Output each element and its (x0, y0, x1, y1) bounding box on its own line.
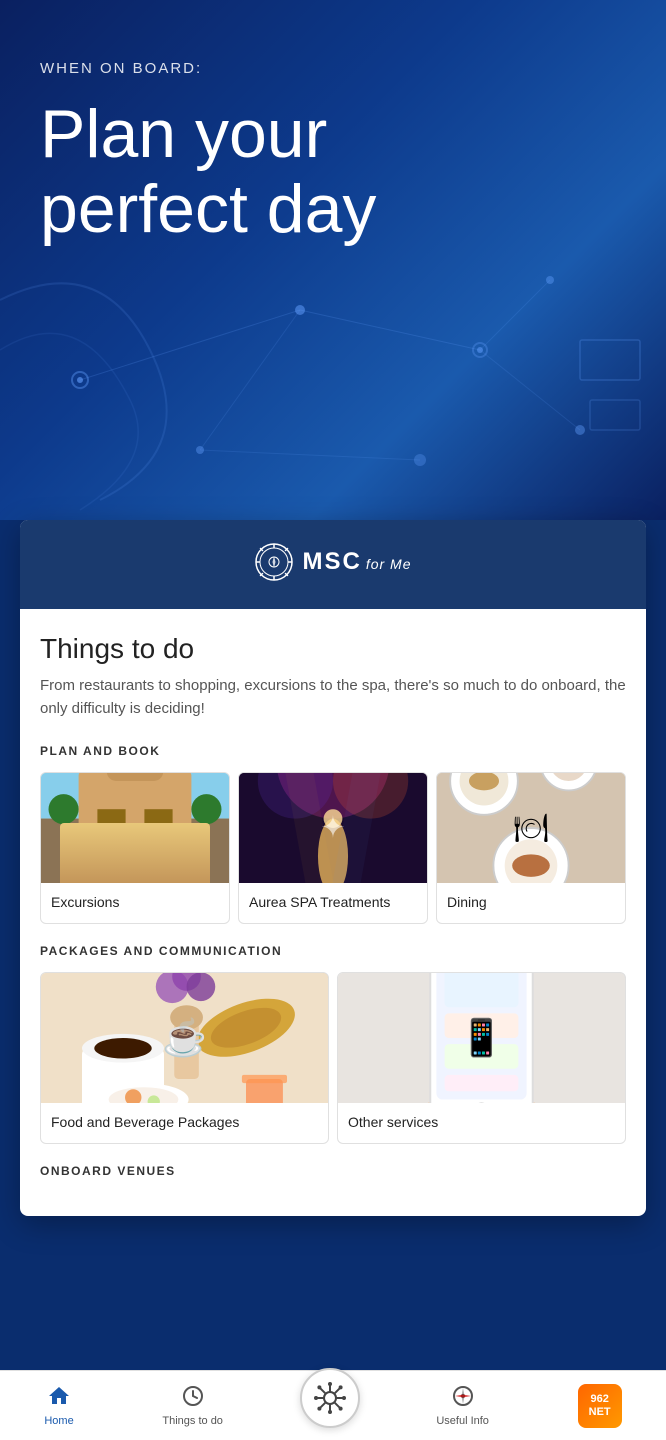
card-header: MSC for Me (20, 520, 646, 609)
nav-home[interactable]: Home (32, 1378, 85, 1433)
plan-and-book-grid: Excursions (40, 772, 626, 924)
things-to-do-description: From restaurants to shopping, excursions… (40, 675, 626, 720)
spa-label: Aurea SPA Treatments (239, 883, 427, 923)
clock-icon (181, 1384, 205, 1412)
other-image (338, 973, 625, 1103)
dining-card[interactable]: Dining (436, 772, 626, 924)
brand-tagline: for Me (366, 556, 412, 572)
card-body: Things to do From restaurants to shoppin… (20, 609, 646, 1216)
network-decoration (0, 0, 666, 520)
dining-image (437, 773, 625, 883)
spa-card[interactable]: Aurea SPA Treatments (238, 772, 428, 924)
excursions-card[interactable]: Excursions (40, 772, 230, 924)
bottom-navigation: Home Things to do (0, 1370, 666, 1440)
packages-label: PACKAGES AND COMMUNICATION (40, 944, 626, 958)
watermark-badge: 962NET (578, 1384, 622, 1428)
onboard-section: ONBOARD VENUES (40, 1164, 626, 1178)
hero-title-line1: Plan your (40, 96, 327, 172)
spa-image (239, 773, 427, 883)
brand-name: MSC (302, 548, 361, 576)
hero-title-line2: perfect day (40, 171, 376, 247)
nav-home-label: Home (44, 1415, 73, 1427)
food-pkg-image (41, 973, 328, 1103)
excursions-label: Excursions (41, 883, 229, 923)
wheel-button[interactable] (300, 1368, 360, 1428)
nav-useful-label: Useful Info (436, 1415, 489, 1427)
other-card[interactable]: Other services (337, 972, 626, 1144)
packages-grid: Food and Beverage Packages (40, 972, 626, 1144)
nav-watermark: 962NET (566, 1378, 634, 1434)
nav-useful-info[interactable]: Useful Info (424, 1378, 501, 1433)
nav-wheel[interactable] (300, 1386, 360, 1426)
dining-label: Dining (437, 883, 625, 923)
nav-things-to-do[interactable]: Things to do (150, 1378, 235, 1433)
food-pkg-label: Food and Beverage Packages (41, 1103, 328, 1143)
plan-and-book-label: PLAN AND BOOK (40, 744, 626, 758)
things-to-do-heading: Things to do (40, 633, 626, 665)
compass-nav-icon (451, 1384, 475, 1412)
excursions-image (41, 773, 229, 883)
main-card: MSC for Me Things to do From restaurants… (20, 520, 646, 1216)
nav-things-label: Things to do (162, 1415, 223, 1427)
hero-label: WHEN ON BOARD: (40, 60, 626, 77)
home-icon (47, 1384, 71, 1412)
msc-logo: MSC for Me (254, 542, 411, 582)
compass-icon (254, 542, 294, 582)
other-label: Other services (338, 1103, 625, 1143)
food-pkg-card[interactable]: Food and Beverage Packages (40, 972, 329, 1144)
hero-title: Plan your perfect day (40, 97, 626, 247)
hero-section: WHEN ON BOARD: Plan your perfect day (0, 0, 666, 520)
onboard-label: ONBOARD VENUES (40, 1164, 626, 1178)
